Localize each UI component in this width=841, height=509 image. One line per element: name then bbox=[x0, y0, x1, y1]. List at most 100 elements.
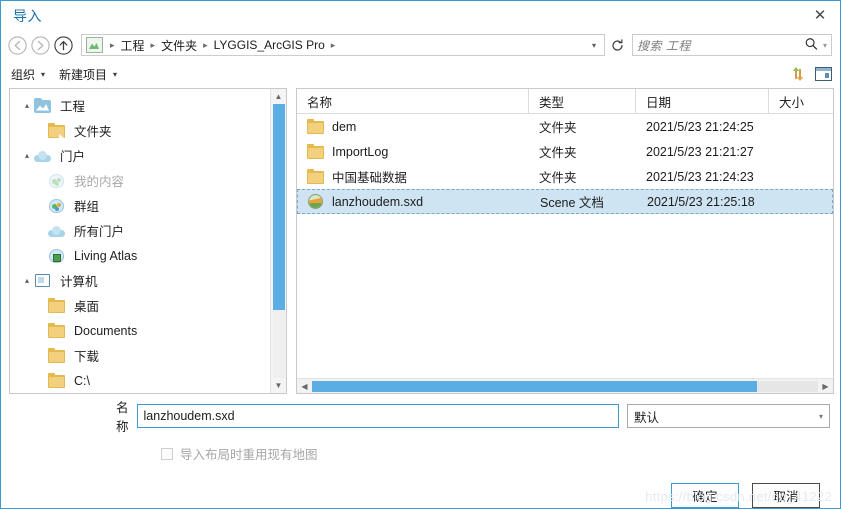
file-date-cell-label: 2021/5/23 21:24:25 bbox=[646, 119, 754, 134]
file-date-cell: 2021/5/23 21:24:25 bbox=[636, 120, 769, 134]
scroll-right-icon[interactable]: ▶ bbox=[818, 382, 833, 391]
scene-document-icon bbox=[307, 193, 325, 210]
cancel-button[interactable]: 取消 bbox=[752, 483, 820, 508]
file-list-header: 名称 类型 日期 大小 bbox=[297, 89, 833, 114]
name-input[interactable] bbox=[136, 404, 619, 428]
tree-item-label: 下载 bbox=[74, 350, 100, 364]
scroll-down-icon[interactable]: ▼ bbox=[275, 378, 283, 393]
forward-arrow-icon[interactable] bbox=[30, 35, 51, 56]
tree-item-label: 文件夹 bbox=[74, 125, 112, 139]
tree-item[interactable]: 我的内容 bbox=[10, 168, 270, 193]
tree-item[interactable]: ▴ 工程 bbox=[10, 93, 270, 118]
file-name-cell: lanzhoudem.sxd bbox=[298, 193, 530, 210]
column-header-date[interactable]: 日期 bbox=[636, 89, 769, 113]
column-header-size[interactable]: 大小 bbox=[769, 89, 833, 113]
file-date-cell: 2021/5/23 21:24:23 bbox=[636, 170, 769, 184]
project-folder-icon bbox=[86, 37, 103, 53]
tree-item[interactable]: 文件夹 bbox=[10, 118, 270, 143]
organize-menu[interactable]: 组织 ▾ bbox=[11, 66, 45, 83]
refresh-icon[interactable] bbox=[606, 34, 628, 56]
navigation-tree: ▴ 工程文件夹 ▴ 门户我的内容 群组 所有门户 Living Atlas ▴ 计算机桌面 Doc… bbox=[10, 89, 270, 393]
scroll-thumb[interactable] bbox=[272, 104, 285, 310]
scroll-track[interactable] bbox=[272, 104, 285, 378]
tree-item[interactable]: 群组 bbox=[10, 193, 270, 218]
table-row[interactable]: 中国基础数据 文件夹 2021/5/23 21:24:23 bbox=[297, 164, 833, 189]
file-list-horizontal-scrollbar[interactable]: ◀ ▶ bbox=[297, 378, 833, 393]
new-item-menu[interactable]: 新建项目 ▾ bbox=[59, 66, 117, 83]
tree-item[interactable]: 下载 bbox=[10, 343, 270, 368]
file-type-cell: 文件夹 bbox=[529, 117, 636, 136]
folder-icon bbox=[48, 322, 66, 339]
chevron-down-icon: ▾ bbox=[41, 69, 46, 79]
tree-item[interactable]: Living Atlas bbox=[10, 243, 270, 268]
tree-item-label: 工程 bbox=[60, 100, 86, 114]
breadcrumb-separator: ▸ bbox=[150, 39, 156, 50]
folder-icon bbox=[48, 347, 66, 364]
organize-toolbar: 组织 ▾ 新建项目 ▾ bbox=[1, 60, 840, 88]
file-type-cell: 文件夹 bbox=[529, 142, 636, 161]
file-type-cell-label: 文件夹 bbox=[539, 171, 577, 185]
close-icon[interactable]: ✕ bbox=[800, 1, 840, 29]
project-icon bbox=[34, 97, 52, 114]
breadcrumb-item-0[interactable]: 工程 bbox=[119, 37, 147, 54]
column-header-type[interactable]: 类型 bbox=[529, 89, 636, 113]
ok-button[interactable]: 确定 bbox=[671, 483, 739, 508]
tree-item[interactable]: 桌面 bbox=[10, 293, 270, 318]
expand-collapse-icon[interactable]: ▴ bbox=[20, 276, 34, 285]
sort-updown-icon[interactable] bbox=[791, 66, 805, 82]
table-row[interactable]: lanzhoudem.sxd Scene 文档 2021/5/23 21:25:18 bbox=[297, 189, 833, 214]
scroll-left-icon[interactable]: ◀ bbox=[297, 382, 312, 391]
dialog-body: ▴ 工程文件夹 ▴ 门户我的内容 群组 所有门户 Living Atlas ▴ 计算机桌面 Doc… bbox=[1, 88, 840, 394]
breadcrumb-item-1[interactable]: 文件夹 bbox=[159, 37, 199, 54]
chevron-down-icon: ▾ bbox=[113, 69, 118, 79]
tree-item[interactable]: Documents bbox=[10, 318, 270, 343]
scroll-up-icon[interactable]: ▲ bbox=[275, 89, 283, 104]
breadcrumb-separator: ▸ bbox=[203, 39, 208, 50]
scroll-track[interactable] bbox=[312, 380, 818, 392]
expand-collapse-icon[interactable]: ▴ bbox=[20, 101, 34, 110]
breadcrumb-dropdown-icon[interactable]: ▾ bbox=[586, 41, 602, 50]
tree-item[interactable]: ▴ 计算机 bbox=[10, 268, 270, 293]
tree-item-label: 计算机 bbox=[60, 275, 98, 289]
groups-icon bbox=[48, 198, 66, 214]
name-label: 名称 bbox=[116, 401, 129, 434]
search-box[interactable]: 搜索 工程 ▾ bbox=[632, 34, 832, 56]
search-dropdown-icon[interactable]: ▾ bbox=[823, 41, 827, 50]
name-row: 名称 默认 ▾ bbox=[11, 401, 830, 434]
toolbar-right-icons bbox=[791, 66, 832, 82]
up-arrow-icon[interactable] bbox=[53, 35, 74, 56]
breadcrumb-separator: ▸ bbox=[110, 39, 115, 50]
file-type-select[interactable]: 默认 ▾ bbox=[627, 404, 830, 428]
file-name-label: dem bbox=[332, 119, 357, 134]
living-atlas-icon bbox=[48, 248, 66, 264]
expand-collapse-icon[interactable]: ▴ bbox=[20, 151, 34, 160]
back-arrow-icon[interactable] bbox=[7, 35, 28, 56]
tree-item[interactable]: 所有门户 bbox=[10, 218, 270, 243]
file-type-cell-label: 文件夹 bbox=[539, 146, 577, 160]
chevron-down-icon: ▾ bbox=[818, 411, 823, 421]
view-layout-icon[interactable] bbox=[815, 67, 832, 81]
folder-shortcut-icon bbox=[48, 122, 66, 139]
column-header-name[interactable]: 名称 bbox=[297, 89, 529, 113]
tree-item[interactable]: ▴ 门户 bbox=[10, 143, 270, 168]
tree-item[interactable]: C:\ bbox=[10, 368, 270, 393]
file-list-body: dem 文件夹 2021/5/23 21:24:25 ImportLog 文件夹 2021… bbox=[297, 114, 833, 378]
breadcrumb-item-2[interactable]: LYGGIS_ArcGIS Pro bbox=[212, 38, 327, 52]
cloud-icon bbox=[48, 223, 66, 239]
file-type-cell-label: Scene 文档 bbox=[540, 196, 604, 210]
tree-item-label: Living Atlas bbox=[74, 248, 138, 263]
breadcrumb[interactable]: ▸ 工程 ▸ 文件夹 ▸ LYGGIS_ArcGIS Pro ▸ ▾ bbox=[81, 34, 605, 56]
file-type-cell-label: 文件夹 bbox=[539, 121, 577, 135]
reuse-map-checkbox[interactable] bbox=[161, 447, 173, 460]
tree-vertical-scrollbar[interactable]: ▲ ▼ bbox=[270, 89, 286, 393]
table-row[interactable]: ImportLog 文件夹 2021/5/23 21:21:27 bbox=[297, 139, 833, 164]
page-title: 导入 bbox=[13, 7, 42, 24]
file-name-label: ImportLog bbox=[332, 144, 389, 159]
table-row[interactable]: dem 文件夹 2021/5/23 21:24:25 bbox=[297, 114, 833, 139]
search-input[interactable]: 搜索 工程 bbox=[637, 37, 806, 54]
file-date-cell: 2021/5/23 21:21:27 bbox=[636, 145, 769, 159]
scroll-thumb[interactable] bbox=[312, 380, 758, 392]
cloud-icon bbox=[34, 148, 52, 164]
reuse-map-checkbox-row[interactable]: 导入布局时重用现有地图 bbox=[161, 444, 830, 463]
tree-item-label: 门户 bbox=[60, 150, 86, 164]
